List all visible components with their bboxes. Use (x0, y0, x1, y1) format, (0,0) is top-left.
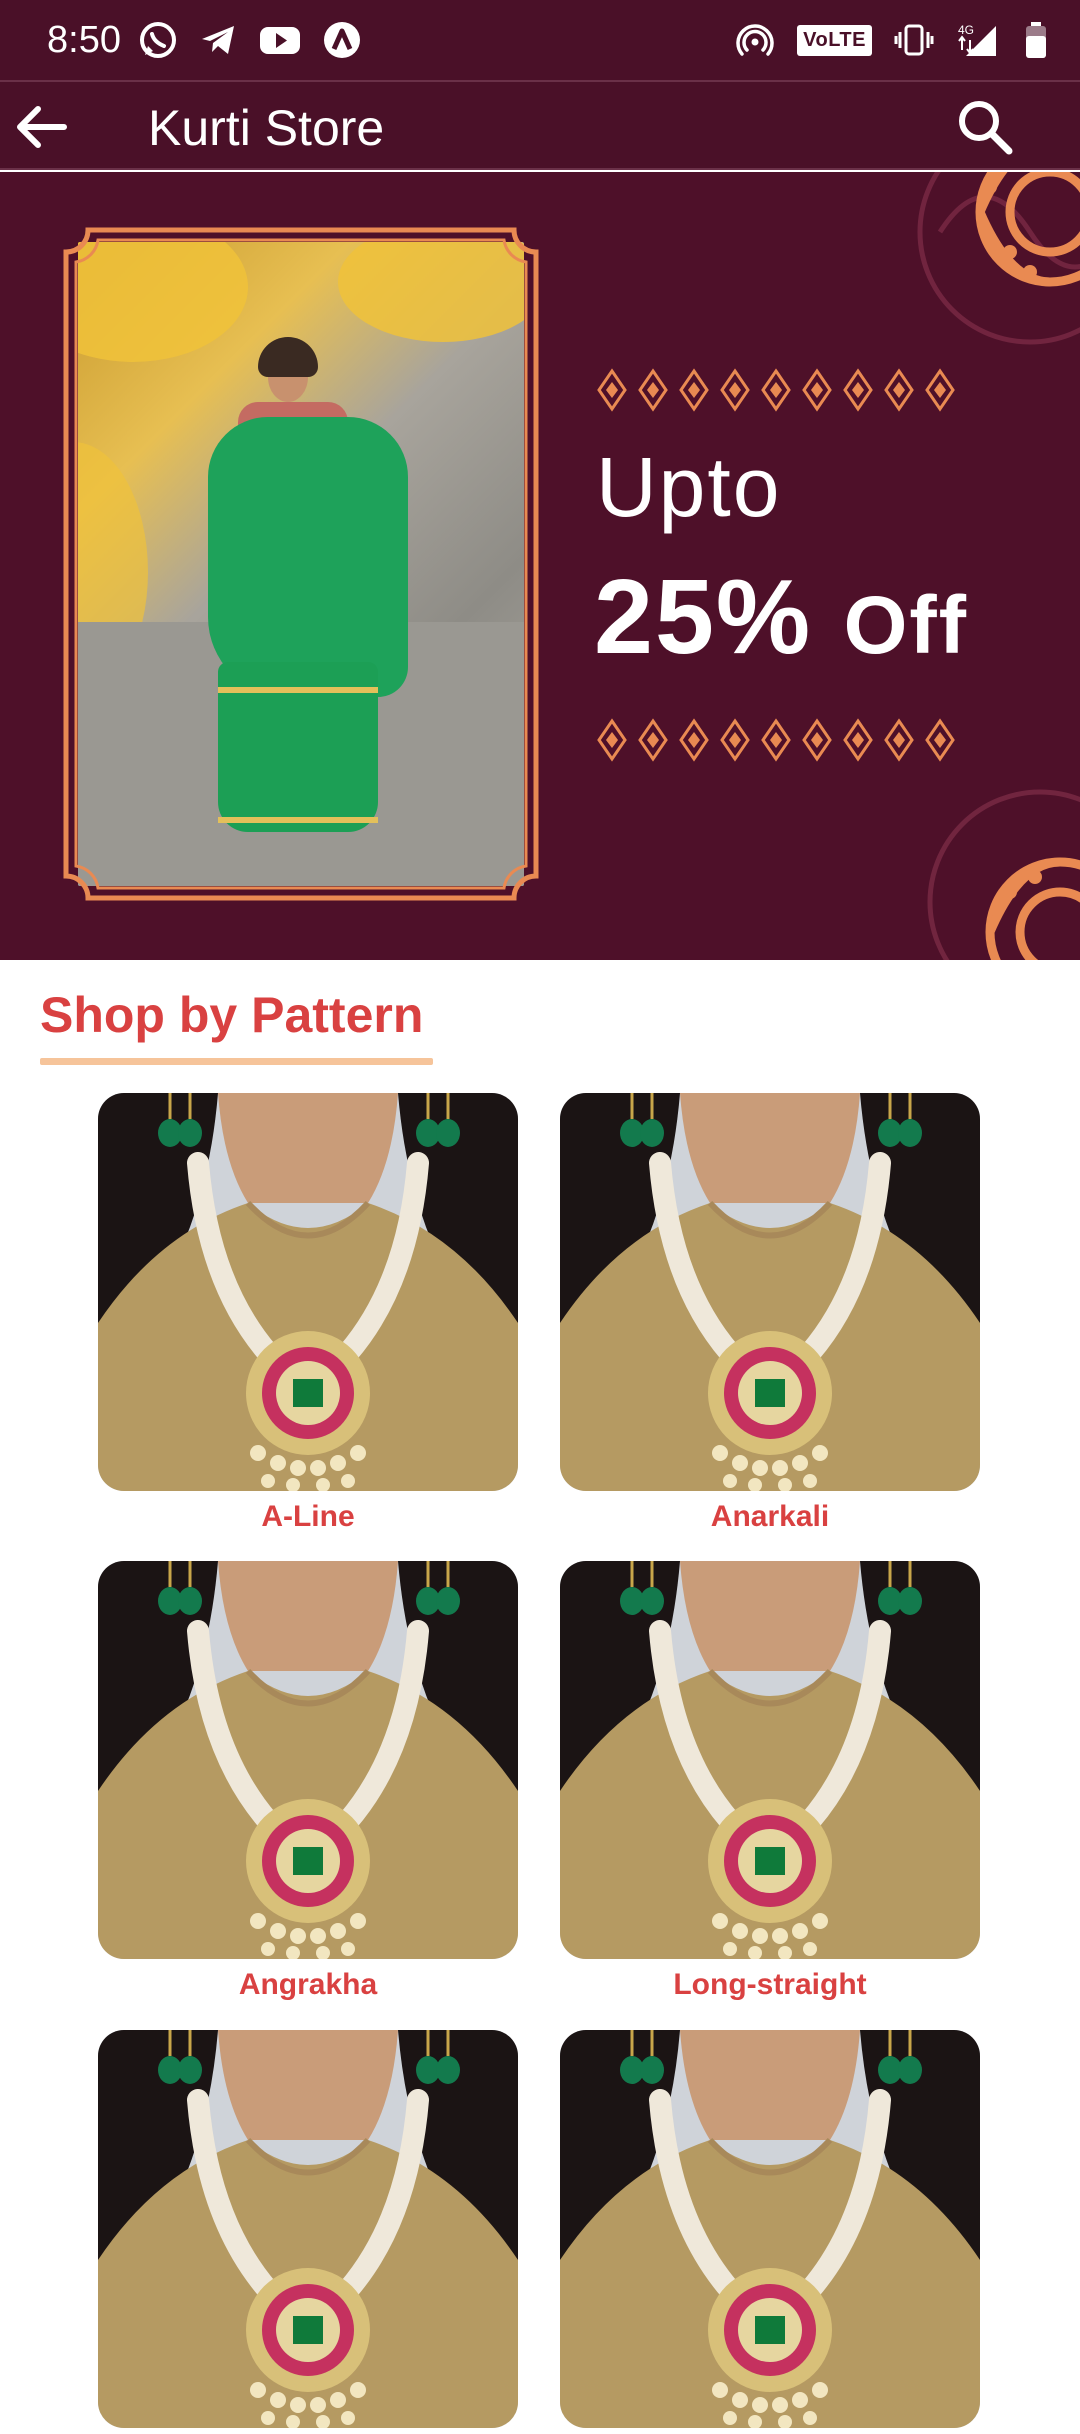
necklace-product-image (98, 1561, 518, 1959)
pattern-card[interactable]: A-Line (98, 1093, 518, 1537)
necklace-product-image (560, 2030, 980, 2428)
pattern-card-image (560, 1561, 980, 1959)
whatsapp-icon (140, 22, 176, 58)
necklace-product-image (560, 1561, 980, 1959)
signal-4g-icon: 4G (958, 23, 996, 56)
volte-icon: VoLTE (797, 24, 872, 56)
necklace-product-image (98, 1093, 518, 1491)
pattern-card-image (560, 2030, 980, 2428)
diamond-ornament (843, 368, 873, 412)
app-title: Kurti Store (148, 100, 385, 156)
arrow-left-icon (17, 106, 67, 148)
pattern-card-image (98, 2030, 518, 2428)
diamond-ornament (884, 368, 914, 412)
diamond-ornament (638, 718, 668, 762)
necklace-product-image (560, 1093, 980, 1491)
pattern-card-label: Long-straight (673, 1968, 867, 2001)
section-title: Shop by Pattern (40, 987, 424, 1043)
hotspot-icon (736, 24, 774, 56)
vibrate-icon (894, 24, 934, 56)
diamond-ornament (802, 368, 832, 412)
pattern-card[interactable]: Long-straight (560, 1561, 980, 2005)
promo-discount-text: 25% Off (594, 562, 968, 681)
status-bar: 8:50 VoLTE 4G (0, 0, 1080, 80)
pattern-card-label: A-Line (261, 1500, 355, 1533)
pattern-card[interactable] (98, 2030, 518, 2434)
status-left-icons (138, 14, 362, 66)
pattern-card-label: Angrakha (238, 1968, 378, 2001)
status-right-icons: VoLTE 4G (735, 14, 1050, 66)
pattern-card-image (560, 1093, 980, 1491)
telegram-icon (202, 26, 234, 54)
pattern-card[interactable] (560, 2030, 980, 2434)
promo-discount-value: 25% (594, 558, 813, 676)
battery-icon (1026, 22, 1046, 58)
diamond-row-bottom (596, 718, 956, 762)
promo-upto-text: Upto (596, 440, 782, 534)
promo-banner[interactable]: Upto 25% Off (0, 172, 1080, 960)
back-button[interactable] (10, 102, 70, 152)
diamond-ornament (925, 718, 955, 762)
search-icon (959, 101, 1013, 155)
diamond-ornament (843, 718, 873, 762)
diamond-ornament (720, 718, 750, 762)
pattern-card-image (98, 1561, 518, 1959)
section-title-underline (40, 1058, 433, 1065)
mandala-bottom-right (927, 789, 1080, 960)
pattern-card-label: Anarkali (710, 1500, 830, 1533)
status-time: 8:50 (47, 19, 121, 61)
search-button[interactable] (950, 92, 1020, 162)
diamond-row-top (596, 368, 956, 412)
pattern-card-image (98, 1093, 518, 1491)
banner-photo-frame (62, 226, 540, 902)
diamond-ornament (761, 368, 791, 412)
necklace-product-image (98, 2030, 518, 2428)
frame-border (63, 227, 539, 901)
diamond-ornament (638, 368, 668, 412)
mandala-top-right (917, 172, 1080, 345)
diamond-ornament (884, 718, 914, 762)
diamond-ornament (720, 368, 750, 412)
pattern-card[interactable]: Anarkali (560, 1093, 980, 1537)
diamond-ornament (597, 368, 627, 412)
diamond-ornament (925, 368, 955, 412)
diamond-ornament (679, 368, 709, 412)
diamond-ornament (597, 718, 627, 762)
app-launcher-icon (324, 22, 360, 58)
diamond-ornament (679, 718, 709, 762)
pattern-card[interactable]: Angrakha (98, 1561, 518, 2005)
promo-off-text: Off (843, 580, 969, 671)
app-bar: Kurti Store (0, 80, 1080, 170)
diamond-ornament (761, 718, 791, 762)
youtube-icon (260, 27, 300, 54)
diamond-ornament (802, 718, 832, 762)
svg-text:4G: 4G (958, 23, 974, 37)
